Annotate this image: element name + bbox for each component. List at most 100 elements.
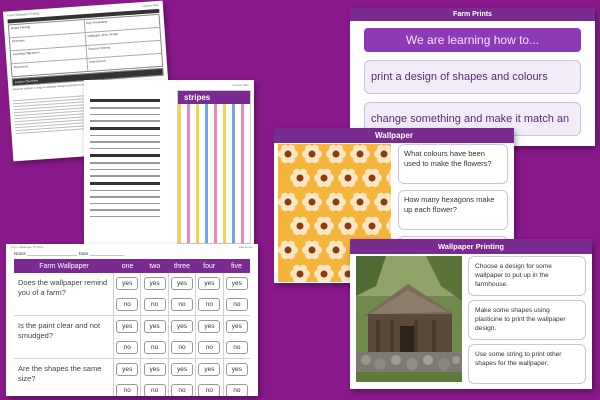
answer-cell: yes no xyxy=(224,273,250,315)
yes-box[interactable]: yes xyxy=(198,363,221,376)
answer-cell: yes no xyxy=(224,359,250,396)
flower xyxy=(350,192,370,212)
stripes-sheet-header: Lesson Plan xyxy=(232,83,249,87)
stripe xyxy=(241,91,244,243)
answer-cell: yes no xyxy=(114,273,142,315)
assessment-row: Is the paint clear and not smudged? yes no… xyxy=(14,316,250,359)
yes-box[interactable]: yes xyxy=(116,320,139,333)
yes-box[interactable]: yes xyxy=(171,277,194,290)
table-meta-left: Farm Wallpaper Printing xyxy=(11,245,44,249)
no-box[interactable]: no xyxy=(225,384,248,396)
no-box[interactable]: no xyxy=(171,384,194,396)
answer-cell: yes no xyxy=(224,316,250,358)
flower xyxy=(386,216,406,236)
farmhouse-barn-photo xyxy=(356,256,462,382)
printing-step-1: Choose a design for some wallpaper to pu… xyxy=(468,256,586,296)
stripe xyxy=(187,91,190,243)
date-label: Date xyxy=(78,251,89,256)
flower xyxy=(302,192,322,212)
farm-wallpaper-assessment: Farm Wallpaper Printing Classroom Name _… xyxy=(6,244,258,396)
no-box[interactable]: no xyxy=(143,384,166,396)
assessment-question: Is the paint clear and not smudged? xyxy=(14,316,114,358)
learning-banner: We are learning how to... xyxy=(364,28,581,52)
stripe xyxy=(214,91,217,243)
learning-objective-1: print a design of shapes and colours xyxy=(364,60,581,94)
yes-box[interactable]: yes xyxy=(143,277,166,290)
wallpaper-printing-title: Wallpaper Printing xyxy=(350,239,592,254)
stripes-notes xyxy=(90,94,160,222)
no-box[interactable]: no xyxy=(116,298,139,311)
no-box[interactable]: no xyxy=(116,384,139,396)
flower xyxy=(326,144,346,164)
stripe xyxy=(196,91,199,243)
flower xyxy=(362,216,382,236)
yes-box[interactable]: yes xyxy=(143,320,166,333)
assessment-row: Does the wallpaper remind you of a farm?… xyxy=(14,273,250,316)
table-meta-right: Classroom xyxy=(238,245,253,249)
flower xyxy=(302,240,322,260)
stripe xyxy=(223,91,226,243)
printing-step-2: Make some shapes using plasticine to pri… xyxy=(468,300,586,340)
no-box[interactable]: no xyxy=(116,341,139,354)
no-box[interactable]: no xyxy=(225,298,248,311)
no-box[interactable]: no xyxy=(198,384,221,396)
answer-cell: yes no xyxy=(141,316,169,358)
no-box[interactable]: no xyxy=(143,341,166,354)
wallpaper-printing-slide: Wallpaper Printing Choose a design for s… xyxy=(350,239,592,389)
answer-cell: yes no xyxy=(169,316,197,358)
stripes-label: stripes xyxy=(178,91,250,104)
flower xyxy=(374,192,394,212)
stripes-sheet: Lesson Plan stripes xyxy=(84,80,254,250)
assessment-row: Are the shapes the same size? yes no yes no y… xyxy=(14,359,250,396)
yes-box[interactable]: yes xyxy=(116,277,139,290)
yes-box[interactable]: yes xyxy=(225,277,248,290)
answer-cell: yes no xyxy=(141,359,169,396)
no-box[interactable]: no xyxy=(225,341,248,354)
assessment-grid: Farm Wallpaper one two three four five D… xyxy=(14,259,250,396)
yes-box[interactable]: yes xyxy=(198,277,221,290)
yes-box[interactable]: yes xyxy=(171,363,194,376)
flower xyxy=(278,144,298,164)
header-question-col: Farm Wallpaper xyxy=(39,262,89,270)
header-col-four: four xyxy=(203,262,216,270)
answer-cell: yes no xyxy=(196,273,224,315)
farm-prints-title: Farm Prints xyxy=(350,8,595,21)
yes-box[interactable]: yes xyxy=(198,320,221,333)
header-col-five: five xyxy=(230,262,242,270)
answer-cell: yes no xyxy=(141,273,169,315)
farm-prints-slide: Farm Prints We are learning how to... pr… xyxy=(350,8,595,146)
assessment-header: Farm Wallpaper one two three four five xyxy=(14,259,250,273)
answer-cell: yes no xyxy=(196,316,224,358)
flower xyxy=(362,168,382,188)
flower xyxy=(386,168,406,188)
stripes-pattern: stripes xyxy=(177,90,251,244)
doc-header-right: Lesson Plan xyxy=(142,2,160,9)
name-label: Name xyxy=(14,251,27,256)
flower xyxy=(290,216,310,236)
answer-cell: yes no xyxy=(114,359,142,396)
no-box[interactable]: no xyxy=(198,298,221,311)
wallpaper-question-1: What colours have been used to make the … xyxy=(398,144,508,184)
flower xyxy=(314,168,334,188)
stripe xyxy=(232,91,235,243)
flower xyxy=(338,168,358,188)
no-box[interactable]: no xyxy=(198,341,221,354)
doc-table: Board Printing Key Vocabulary Overview wal… xyxy=(7,13,164,78)
flower xyxy=(278,192,298,212)
header-col-three: three xyxy=(174,262,190,270)
no-box[interactable]: no xyxy=(171,298,194,311)
yes-box[interactable]: yes xyxy=(116,363,139,376)
yes-box[interactable]: yes xyxy=(171,320,194,333)
flower xyxy=(290,264,310,283)
header-col-one: one xyxy=(121,262,134,270)
assessment-question: Are the shapes the same size? xyxy=(14,359,114,396)
flower xyxy=(326,192,346,212)
answer-cell: yes no xyxy=(196,359,224,396)
wallpaper-title: Wallpaper xyxy=(274,128,514,143)
no-box[interactable]: no xyxy=(171,341,194,354)
header-col-two: two xyxy=(149,262,161,270)
no-box[interactable]: no xyxy=(143,298,166,311)
yes-box[interactable]: yes xyxy=(143,363,166,376)
yes-box[interactable]: yes xyxy=(225,363,248,376)
yes-box[interactable]: yes xyxy=(225,320,248,333)
